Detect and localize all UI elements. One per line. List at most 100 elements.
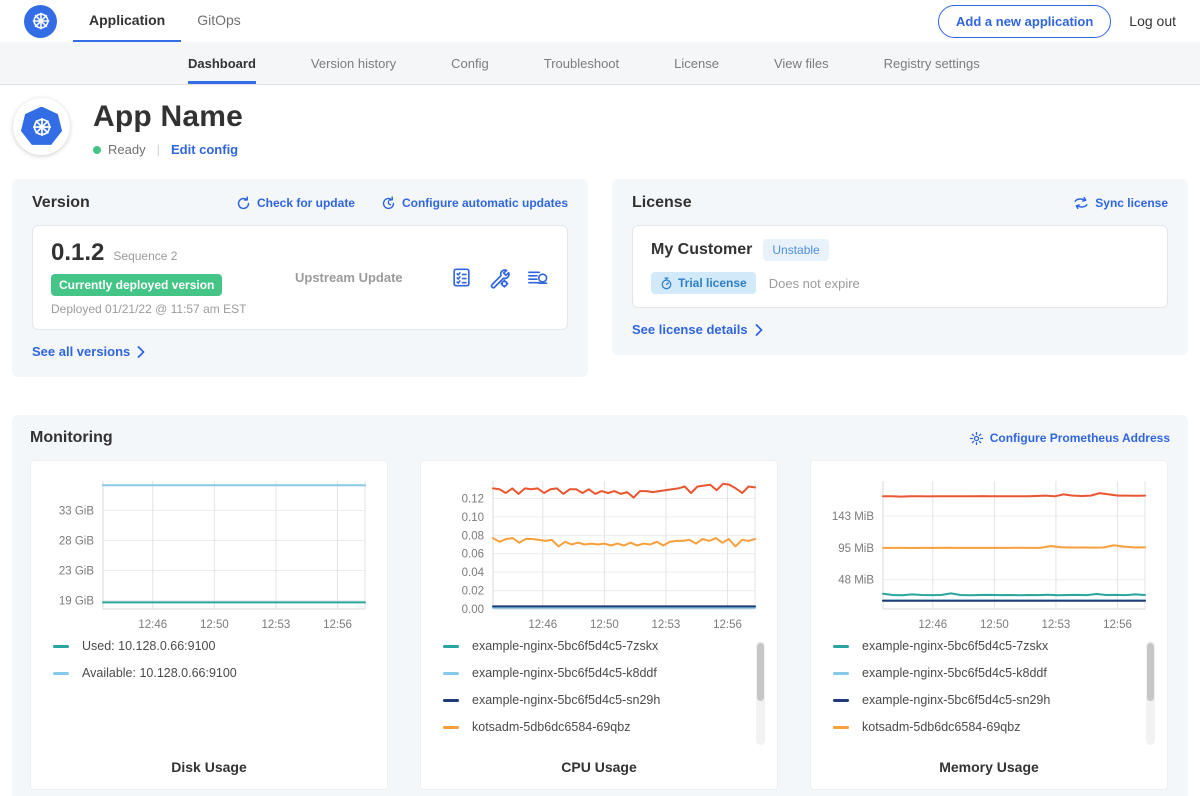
monitoring-title: Monitoring xyxy=(30,429,113,447)
legend-dash-icon xyxy=(833,699,849,702)
legend-label: Available: 10.128.0.66:9100 xyxy=(82,666,237,680)
svg-text:143 MiB: 143 MiB xyxy=(832,511,875,523)
svg-text:12:53: 12:53 xyxy=(262,619,291,631)
tab-license[interactable]: License xyxy=(674,42,719,84)
edit-config-link[interactable]: Edit config xyxy=(171,142,238,157)
legend-label: example-nginx-5bc6f5d4c5-7zskx xyxy=(862,639,1048,653)
cpu-usage-chart: 0.000.020.040.060.080.100.1212:4612:5012… xyxy=(429,473,769,631)
legend-item: kotsadm-5db6dc6584-69qbz xyxy=(443,720,743,734)
chart-legend: example-nginx-5bc6f5d4c5-7zskx example-ng… xyxy=(443,639,777,747)
logout-link[interactable]: Log out xyxy=(1129,13,1176,29)
chart-title: Disk Usage xyxy=(31,759,387,775)
version-card: Version Check for update Configure au xyxy=(12,179,588,377)
stopwatch-icon xyxy=(660,277,673,290)
current-version-row: 0.1.2 Sequence 2 Currently deployed vers… xyxy=(32,225,568,330)
deployed-timestamp: Deployed 01/21/22 @ 11:57 am EST xyxy=(51,302,271,316)
svg-text:28 GiB: 28 GiB xyxy=(59,535,94,547)
disk-usage-chart: 19 GiB23 GiB28 GiB33 GiB12:4612:5012:531… xyxy=(39,473,379,631)
svg-text:0.12: 0.12 xyxy=(462,493,484,505)
channel-badge: Unstable xyxy=(763,239,828,261)
chart-legend: example-nginx-5bc6f5d4c5-7zskx example-ng… xyxy=(833,639,1167,747)
svg-text:0.06: 0.06 xyxy=(462,549,484,561)
legend-scrollbar[interactable] xyxy=(756,641,765,745)
svg-text:12:56: 12:56 xyxy=(1103,619,1132,631)
svg-text:19 GiB: 19 GiB xyxy=(59,596,94,608)
kubernetes-logo-icon xyxy=(24,5,57,38)
svg-text:0.00: 0.00 xyxy=(462,604,484,616)
legend-scrollbar[interactable] xyxy=(1146,641,1155,745)
svg-text:95 MiB: 95 MiB xyxy=(838,543,874,555)
tab-view-files[interactable]: View files xyxy=(774,42,829,84)
view-diff-icon[interactable] xyxy=(526,267,549,288)
legend-item: example-nginx-5bc6f5d4c5-k8ddf xyxy=(833,666,1133,680)
chart-title: Memory Usage xyxy=(811,759,1167,775)
tab-version-history[interactable]: Version history xyxy=(311,42,396,84)
customer-name: My Customer xyxy=(651,241,752,259)
legend-dash-icon xyxy=(53,672,69,675)
chevron-right-icon xyxy=(755,324,763,336)
see-license-details-link[interactable]: See license details xyxy=(632,322,763,337)
sync-icon xyxy=(1073,196,1089,210)
configure-prometheus-label: Configure Prometheus Address xyxy=(990,431,1170,445)
see-all-versions-link[interactable]: See all versions xyxy=(32,344,145,359)
legend-item: example-nginx-5bc6f5d4c5-7zskx xyxy=(833,639,1133,653)
tab-dashboard[interactable]: Dashboard xyxy=(188,42,256,84)
check-for-update-button[interactable]: Check for update xyxy=(236,196,355,211)
deployed-badge: Currently deployed version xyxy=(51,274,222,296)
add-application-button[interactable]: Add a new application xyxy=(938,5,1111,38)
check-for-update-label: Check for update xyxy=(257,196,355,210)
license-card-title: License xyxy=(632,194,692,212)
release-notes-icon[interactable] xyxy=(451,267,472,288)
license-card: License Sync license My Customer Unstabl… xyxy=(612,179,1188,355)
release-type-label: Upstream Update xyxy=(295,270,451,285)
helm-wheel-icon xyxy=(30,115,54,139)
nav-item-application[interactable]: Application xyxy=(73,0,181,42)
schedule-update-icon xyxy=(381,196,396,211)
page-title: App Name xyxy=(93,100,243,134)
refresh-icon xyxy=(236,196,251,211)
monitoring-section: Monitoring Configure Prometheus Address … xyxy=(12,415,1188,796)
sync-license-button[interactable]: Sync license xyxy=(1073,196,1168,210)
helm-wheel-icon xyxy=(30,10,52,32)
svg-text:33 GiB: 33 GiB xyxy=(59,505,94,517)
configure-prometheus-button[interactable]: Configure Prometheus Address xyxy=(969,431,1170,446)
disk-usage-chart-card: 19 GiB23 GiB28 GiB33 GiB12:4612:5012:531… xyxy=(30,460,388,790)
license-type-badge: Trial license xyxy=(651,272,756,294)
legend-label: kotsadm-5db6dc6584-69qbz xyxy=(472,720,630,734)
svg-text:0.04: 0.04 xyxy=(462,567,485,579)
scrollbar-thumb[interactable] xyxy=(1147,643,1154,701)
svg-text:12:50: 12:50 xyxy=(590,619,619,631)
tab-config[interactable]: Config xyxy=(451,42,489,84)
legend-dash-icon xyxy=(443,672,459,675)
legend-item: example-nginx-5bc6f5d4c5-sn29h xyxy=(833,693,1133,707)
kubernetes-heptagon-icon xyxy=(21,107,63,147)
status-text: Ready xyxy=(108,142,146,157)
cpu-usage-chart-card: 0.000.020.040.060.080.100.1212:4612:5012… xyxy=(420,460,778,790)
nav-item-gitops[interactable]: GitOps xyxy=(181,0,257,42)
legend-label: example-nginx-5bc6f5d4c5-sn29h xyxy=(472,693,660,707)
tab-registry-settings[interactable]: Registry settings xyxy=(884,42,980,84)
legend-dash-icon xyxy=(443,699,459,702)
memory-usage-chart-card: 48 MiB95 MiB143 MiB12:4612:5012:5312:56 … xyxy=(810,460,1168,790)
svg-text:12:46: 12:46 xyxy=(138,619,167,631)
edit-config-icon[interactable] xyxy=(488,267,510,289)
top-nav: Application GitOps Add a new application… xyxy=(0,0,1200,42)
legend-item: Used: 10.128.0.66:9100 xyxy=(53,639,353,653)
legend-dash-icon xyxy=(53,645,69,648)
legend-label: example-nginx-5bc6f5d4c5-7zskx xyxy=(472,639,658,653)
version-card-title: Version xyxy=(32,194,90,212)
svg-text:12:46: 12:46 xyxy=(528,619,557,631)
configure-automatic-updates-button[interactable]: Configure automatic updates xyxy=(381,196,568,211)
tab-troubleshoot[interactable]: Troubleshoot xyxy=(544,42,619,84)
status-dot xyxy=(93,146,101,154)
svg-text:12:56: 12:56 xyxy=(713,619,742,631)
legend-dash-icon xyxy=(833,672,849,675)
legend-label: example-nginx-5bc6f5d4c5-k8ddf xyxy=(472,666,657,680)
scrollbar-thumb[interactable] xyxy=(757,643,764,701)
version-number: 0.1.2 xyxy=(51,239,104,267)
svg-text:12:46: 12:46 xyxy=(918,619,947,631)
legend-item: Available: 10.128.0.66:9100 xyxy=(53,666,353,680)
svg-text:23 GiB: 23 GiB xyxy=(59,566,94,578)
app-tab-bar: Dashboard Version history Config Trouble… xyxy=(0,42,1200,85)
license-details-row: My Customer Unstable Trial license Does … xyxy=(632,225,1168,308)
